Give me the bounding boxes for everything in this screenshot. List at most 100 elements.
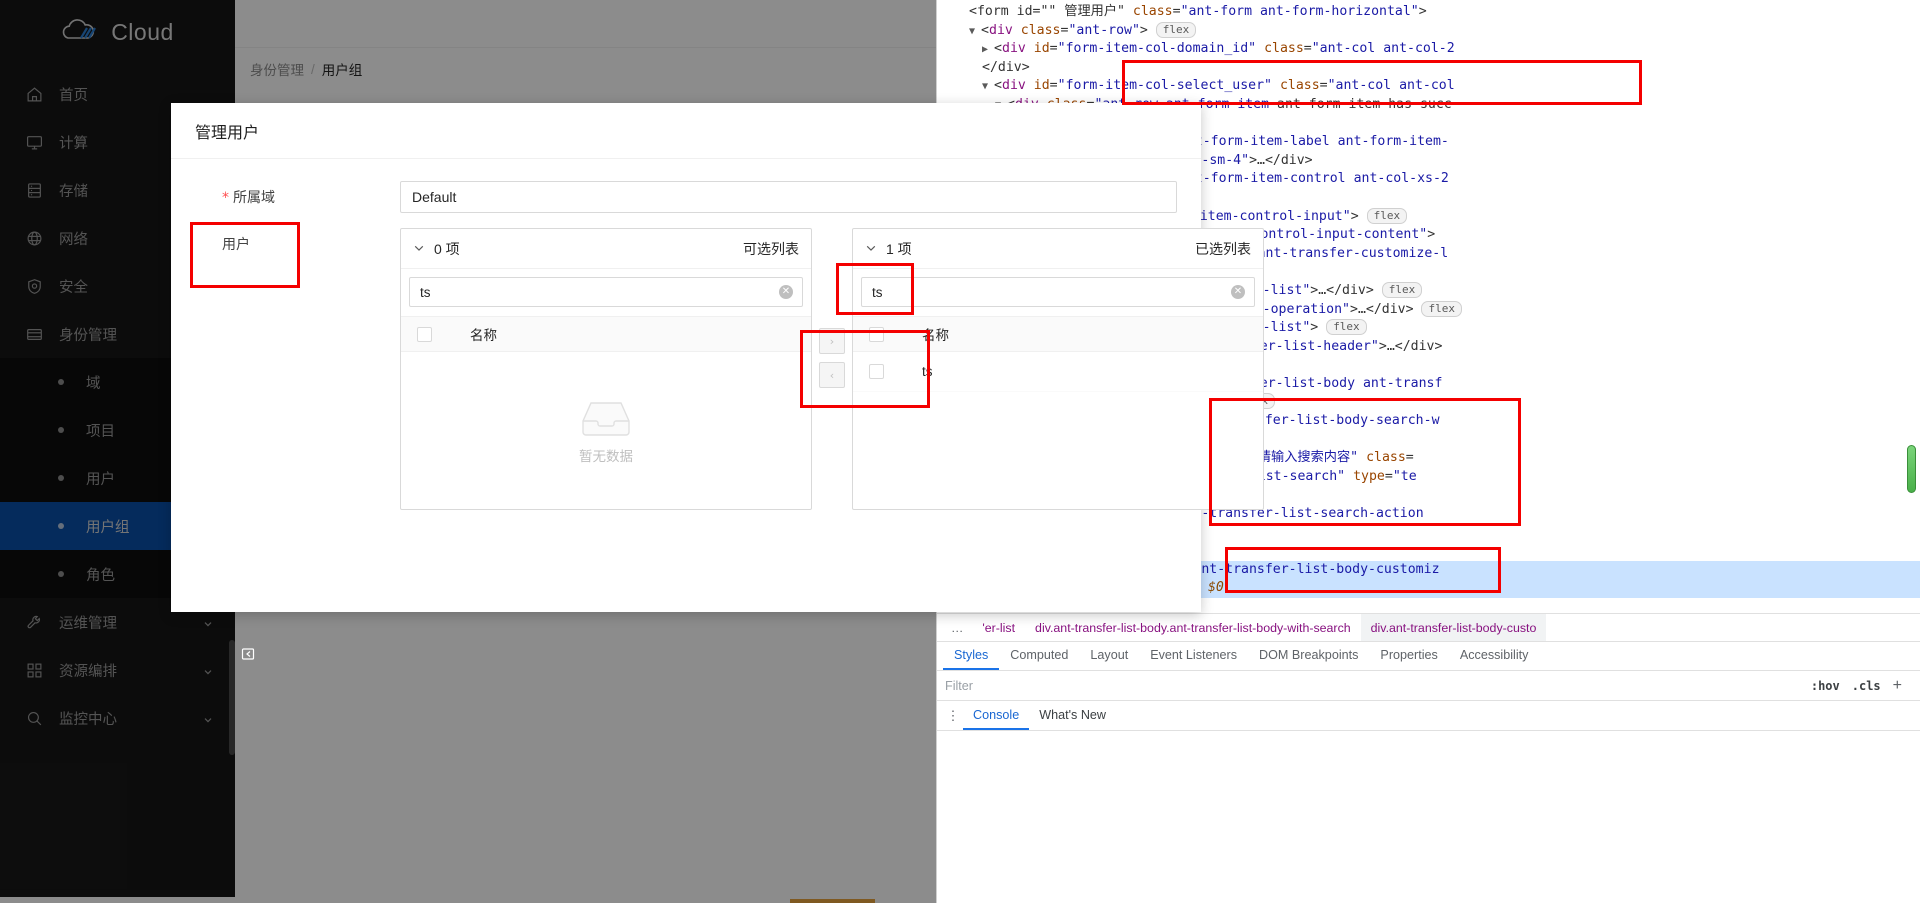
dom-node-line[interactable]: ▶ <div id="form-item-col-domain_id" clas… — [937, 40, 1920, 59]
tab-whats-new[interactable]: What's New — [1029, 701, 1116, 730]
flex-badge[interactable]: flex — [1382, 282, 1423, 298]
transfer-target-count-group: 1 项 — [865, 239, 912, 259]
flex-badge[interactable]: flex — [1156, 22, 1197, 38]
transfer-source-search-wrapper: ts ✕ — [401, 269, 811, 307]
transfer-source-empty-state: 暂无数据 — [401, 352, 811, 509]
devtools-styles-filter-bar: Filter :hov .cls + — [937, 671, 1920, 701]
row-checkbox[interactable] — [869, 364, 884, 379]
dom-token: "请输入搜索内容" — [1250, 450, 1358, 465]
dom-token: </div> — [982, 60, 1030, 75]
row-name: ts — [922, 364, 933, 379]
dom-token: "ant-row" — [1068, 23, 1139, 38]
dom-node-line[interactable]: ▼ <div class="ant-row"> flex — [937, 22, 1920, 41]
expand-arrow-icon[interactable]: ▼ — [969, 26, 981, 37]
dom-token: > — [1419, 4, 1427, 19]
domain-label-text: 所属域 — [233, 189, 275, 205]
flex-badge[interactable]: flex — [1367, 208, 1408, 224]
dom-node-line[interactable]: ▼ <div id="form-item-col-select_user" cl… — [937, 77, 1920, 96]
dom-token: = — [1050, 41, 1058, 56]
dom-token — [1013, 23, 1021, 38]
dom-token: "form-item-col-select_user" — [1058, 78, 1272, 93]
transfer-source-table-header: 名称 — [401, 316, 811, 352]
dom-token: >…</div> — [1350, 302, 1421, 317]
panel-collapse-handle[interactable] — [236, 628, 260, 680]
dom-token: class — [1021, 23, 1061, 38]
transfer-to-left-button[interactable]: ‹ — [819, 362, 845, 388]
select-all-checkbox[interactable] — [869, 327, 884, 342]
dom-token: "ant-col ant-col — [1328, 78, 1455, 93]
devtools-scrollbar[interactable] — [1907, 445, 1916, 493]
tab-event-listeners[interactable]: Event Listeners — [1139, 641, 1248, 670]
devtools-styles-tabs: Styles Computed Layout Event Listeners D… — [937, 641, 1920, 671]
flex-badge[interactable]: flex — [1326, 319, 1367, 335]
tab-properties[interactable]: Properties — [1369, 641, 1448, 670]
dom-token: = — [1320, 78, 1328, 93]
table-row[interactable]: ts — [853, 352, 1263, 392]
dom-token: class — [1133, 4, 1173, 19]
transfer-target-table-header: 名称 — [853, 316, 1263, 352]
dom-node-line[interactable]: <form id="" 管理用户" class="ant-form ant-fo… — [937, 3, 1920, 22]
dom-token: = — [1304, 41, 1312, 56]
modal-header: 管理用户 — [171, 103, 1201, 159]
dom-token: = — [1406, 450, 1414, 465]
dom-token: > — [1140, 23, 1156, 38]
dom-token — [1358, 450, 1366, 465]
dom-token — [1026, 41, 1034, 56]
node-crumb-item[interactable]: 'er-list — [972, 614, 1025, 642]
chevron-down-icon[interactable] — [865, 241, 877, 257]
transfer-target-search[interactable]: ts ✕ — [861, 277, 1255, 307]
tab-layout[interactable]: Layout — [1079, 641, 1139, 670]
dom-token: class — [1366, 450, 1406, 465]
chevron-down-icon[interactable] — [413, 241, 425, 257]
transfer-target-title: 已选列表 — [1195, 239, 1251, 259]
collapse-arrow-icon[interactable]: ▶ — [982, 44, 994, 55]
transfer-target-rows: ts — [853, 352, 1263, 509]
more-options-icon[interactable]: ⋮ — [943, 711, 963, 720]
user-field-control: 0 项 可选列表 ts ✕ — [400, 228, 1264, 510]
transfer-operations: › ‹ — [812, 228, 852, 388]
new-style-rule-button[interactable]: + — [1893, 677, 1902, 695]
tab-accessibility[interactable]: Accessibility — [1449, 641, 1540, 670]
domain-field-label: *所属域 — [195, 181, 400, 214]
dom-token: = — [1173, 4, 1181, 19]
tab-console[interactable]: Console — [963, 701, 1029, 730]
form-row-domain: *所属域 Default — [195, 181, 1177, 214]
clear-icon[interactable]: ✕ — [779, 285, 793, 299]
transfer-widget: 0 项 可选列表 ts ✕ — [400, 228, 1264, 510]
dom-token: "ant-form ant-form-horizontal" — [1181, 4, 1419, 19]
required-asterisk-icon: * — [222, 190, 229, 206]
dom-token: "ant-col ant-col-2 — [1312, 41, 1455, 56]
tab-computed[interactable]: Computed — [999, 641, 1079, 670]
node-crumb-item[interactable]: div.ant-transfer-list-body.ant-transfer-… — [1025, 614, 1361, 642]
node-crumb-item-selected[interactable]: div.ant-transfer-list-body-custo — [1361, 614, 1547, 642]
dom-token: div — [1002, 41, 1026, 56]
dom-token: "ant-transfer-list-body-customiz — [1185, 562, 1439, 577]
select-all-checkbox[interactable] — [417, 327, 432, 342]
devtools-node-breadcrumb: … 'er-list div.ant-transfer-list-body.an… — [937, 613, 1920, 641]
modal-title: 管理用户 — [195, 119, 259, 143]
transfer-source-header: 0 项 可选列表 — [401, 229, 811, 269]
breadcrumb-overflow-icon[interactable]: … — [943, 621, 972, 635]
dom-token: <form id="" 管理用户" — [969, 4, 1133, 19]
dom-token: > — [1310, 320, 1326, 335]
tab-styles[interactable]: Styles — [943, 641, 999, 670]
transfer-target-header: 1 项 已选列表 — [853, 229, 1263, 269]
expand-arrow-icon[interactable]: ▼ — [982, 81, 994, 92]
transfer-source-search[interactable]: ts ✕ — [409, 277, 803, 307]
dom-node-line[interactable]: </div> — [937, 59, 1920, 78]
styles-filter-input[interactable]: Filter — [945, 679, 1811, 693]
dom-token: > — [1351, 209, 1367, 224]
dom-token: = — [1385, 469, 1393, 484]
domain-selected-value: Default — [412, 189, 456, 205]
dom-token: class — [1280, 78, 1320, 93]
dom-token: div — [989, 23, 1013, 38]
domain-select-input[interactable]: Default — [400, 181, 1177, 213]
user-label-text: 用户 — [222, 236, 250, 252]
cls-toggle-button[interactable]: .cls — [1852, 679, 1881, 693]
clear-icon[interactable]: ✕ — [1231, 285, 1245, 299]
transfer-list-source: 0 项 可选列表 ts ✕ — [400, 228, 812, 510]
tab-dom-breakpoints[interactable]: DOM Breakpoints — [1248, 641, 1369, 670]
hov-toggle-button[interactable]: :hov — [1811, 679, 1840, 693]
transfer-to-right-button[interactable]: › — [819, 328, 845, 354]
flex-badge[interactable]: flex — [1421, 301, 1462, 317]
